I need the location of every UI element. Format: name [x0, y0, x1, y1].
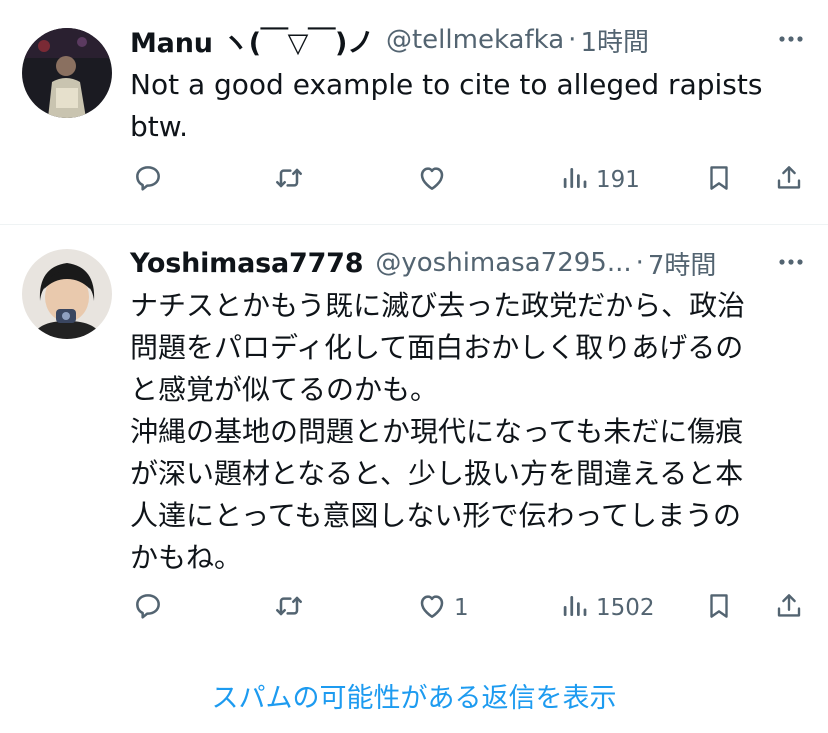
separator-dot: · [568, 25, 577, 55]
share-button[interactable] [774, 160, 804, 200]
tweet-text: ナチスとかもう既に滅び去った政党だから、政治 問題をパロディ化して面白おかしく取… [130, 289, 746, 574]
avatar[interactable] [22, 249, 112, 339]
show-spam-replies-link[interactable]: スパムの可能性がある返信を表示 [0, 676, 828, 715]
user-handle[interactable]: @yoshimasa7295... [375, 248, 631, 278]
separator-dot: · [635, 248, 644, 278]
bookmark-button[interactable] [704, 160, 734, 200]
avatar[interactable] [22, 28, 112, 118]
reply-icon [132, 162, 164, 198]
action-bar: 1 1502 [130, 588, 810, 628]
views-icon [560, 590, 590, 626]
tweet-header: Manu ヽ(￣▽￣)ノ @tellmekafka · 1時間 [130, 21, 806, 60]
views-count: 1502 [596, 595, 655, 621]
views-button[interactable]: 1502 [560, 588, 655, 628]
like-count: 1 [454, 595, 469, 621]
tweet[interactable]: Yoshimasa7778 @yoshimasa7295... · 7時間 ナチ… [0, 225, 828, 645]
share-icon [774, 162, 804, 198]
more-icon[interactable] [776, 24, 806, 54]
timestamp[interactable]: 1時間 [580, 22, 649, 59]
reply-button[interactable] [132, 160, 170, 200]
share-icon [774, 590, 804, 626]
views-button[interactable]: 191 [560, 160, 640, 200]
like-button[interactable] [416, 160, 454, 200]
display-name[interactable]: Yoshimasa7778 [130, 248, 364, 279]
tweet-text: Not a good example to cite to alleged ra… [130, 68, 763, 143]
tweet-header: Yoshimasa7778 @yoshimasa7295... · 7時間 [130, 245, 806, 281]
display-name[interactable]: Manu ヽ(￣▽￣)ノ [130, 21, 374, 60]
retweet-icon [272, 162, 306, 198]
tweet[interactable]: Manu ヽ(￣▽￣)ノ @tellmekafka · 1時間 Not a go… [0, 0, 828, 224]
reply-icon [132, 590, 164, 626]
retweet-icon [272, 590, 306, 626]
bookmark-icon [704, 590, 734, 626]
more-icon[interactable] [776, 247, 806, 277]
views-icon [560, 162, 590, 198]
share-button[interactable] [774, 588, 804, 628]
reply-button[interactable] [132, 588, 170, 628]
retweet-button[interactable] [272, 160, 312, 200]
user-handle[interactable]: @tellmekafka [386, 25, 564, 55]
like-icon [416, 162, 448, 198]
like-icon [416, 590, 448, 626]
like-button[interactable]: 1 [416, 588, 469, 628]
action-bar: 191 [130, 160, 810, 200]
retweet-button[interactable] [272, 588, 312, 628]
bookmark-button[interactable] [704, 588, 734, 628]
timestamp[interactable]: 7時間 [648, 245, 717, 282]
views-count: 191 [596, 167, 640, 193]
bookmark-icon [704, 162, 734, 198]
